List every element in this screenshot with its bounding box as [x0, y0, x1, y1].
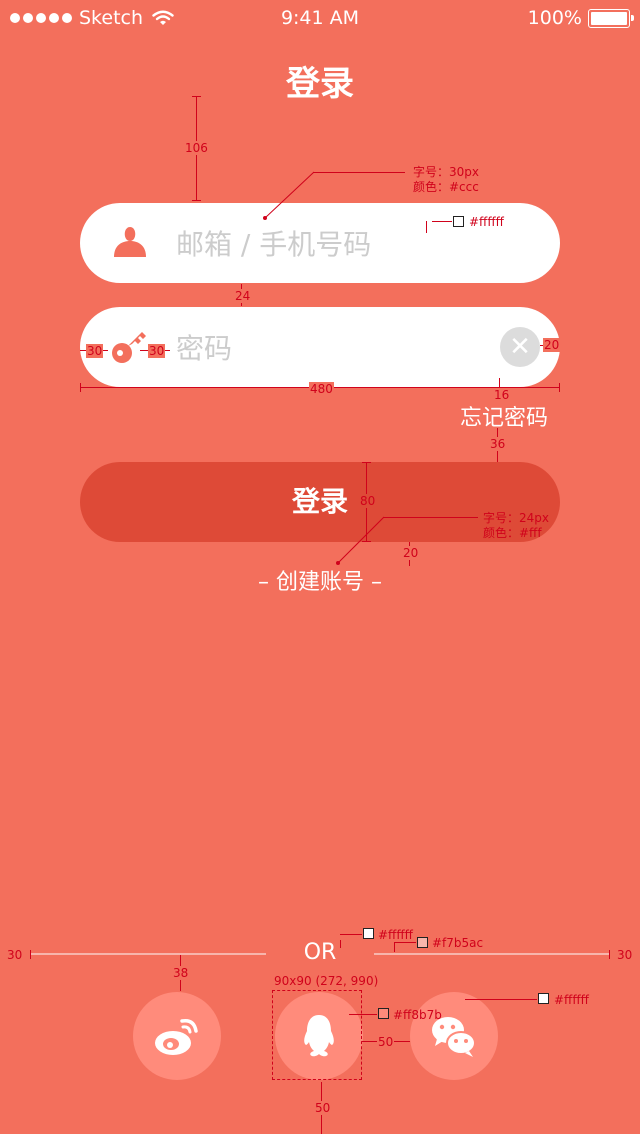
dimension-label: 30 [616, 948, 634, 962]
dimension-label: 80 [359, 494, 377, 508]
page-title: 登录 [286, 64, 354, 104]
callout-line [383, 517, 478, 518]
size-position-note: 90x90 (272, 990) [274, 974, 379, 988]
color-note: #ff8b7b [393, 1008, 442, 1022]
dimension-tick [362, 462, 371, 463]
forgot-password-link[interactable]: 忘记密码 [460, 400, 548, 432]
callout-arrow [263, 171, 315, 220]
callout-line [349, 1014, 377, 1015]
dimension-tick [609, 950, 610, 959]
wechat-button[interactable] [410, 992, 498, 1080]
dimension-tick [80, 383, 81, 392]
color-note: #ffffff [378, 928, 413, 942]
user-icon [114, 227, 146, 257]
weibo-button[interactable] [133, 992, 221, 1080]
dimension-label: 50 [377, 1035, 395, 1049]
callout-line [432, 221, 452, 222]
dimension-label: 20 [402, 546, 420, 560]
dimension-label: 30 [6, 948, 24, 962]
color-swatch [417, 937, 428, 948]
dimension-label: 30 [148, 344, 166, 358]
dimension-label: 16 [493, 388, 511, 402]
status-bar: Sketch 9:41 AM 100% [0, 0, 640, 38]
callout-line [340, 940, 341, 948]
font-size-note: 字号：24px [483, 511, 549, 525]
dimension-tick [192, 96, 201, 97]
status-right: 100% [527, 7, 634, 29]
font-color-note: 颜色：#fff [483, 526, 542, 540]
dimension-tick [559, 383, 560, 392]
dimension-label: 106 [184, 141, 209, 155]
dimension-label: 50 [314, 1101, 332, 1115]
weibo-icon [155, 1018, 198, 1055]
color-swatch [453, 216, 464, 227]
callout-line [394, 942, 416, 943]
account-placeholder: 邮箱 / 手机号码 [176, 228, 372, 261]
create-account-link[interactable]: – 创建账号 – [0, 564, 640, 596]
dimension-label: 36 [489, 437, 507, 451]
color-swatch [378, 1008, 389, 1019]
callout-line [426, 221, 427, 233]
color-swatch [363, 928, 374, 939]
callout-arrow [336, 516, 385, 565]
password-placeholder: 密码 [176, 332, 233, 365]
callout-line [313, 172, 405, 173]
battery-icon [588, 8, 634, 28]
callout-line [340, 934, 362, 935]
color-note: #ffffff [469, 215, 504, 229]
key-icon [112, 332, 146, 363]
dimension-label: 30 [86, 344, 104, 358]
font-size-note: 字号：30px [413, 165, 479, 179]
or-label: OR [303, 940, 337, 965]
font-color-note: 颜色：#ccc [413, 180, 479, 194]
dimension-tick [30, 950, 31, 959]
color-swatch [538, 993, 549, 1004]
dimension-label: 38 [172, 966, 190, 980]
callout-line [465, 999, 537, 1000]
selection-box [272, 990, 362, 1080]
battery-percent: 100% [527, 7, 582, 29]
clear-icon[interactable]: ✕ [500, 327, 540, 367]
dimension-label: 480 [309, 382, 334, 396]
dimension-tick [192, 200, 201, 201]
dimension-label: 24 [234, 289, 252, 303]
callout-line [394, 942, 395, 952]
color-note: #ffffff [554, 993, 589, 1007]
dimension-label: 20 [543, 338, 561, 352]
color-note: #f7b5ac [432, 936, 484, 950]
